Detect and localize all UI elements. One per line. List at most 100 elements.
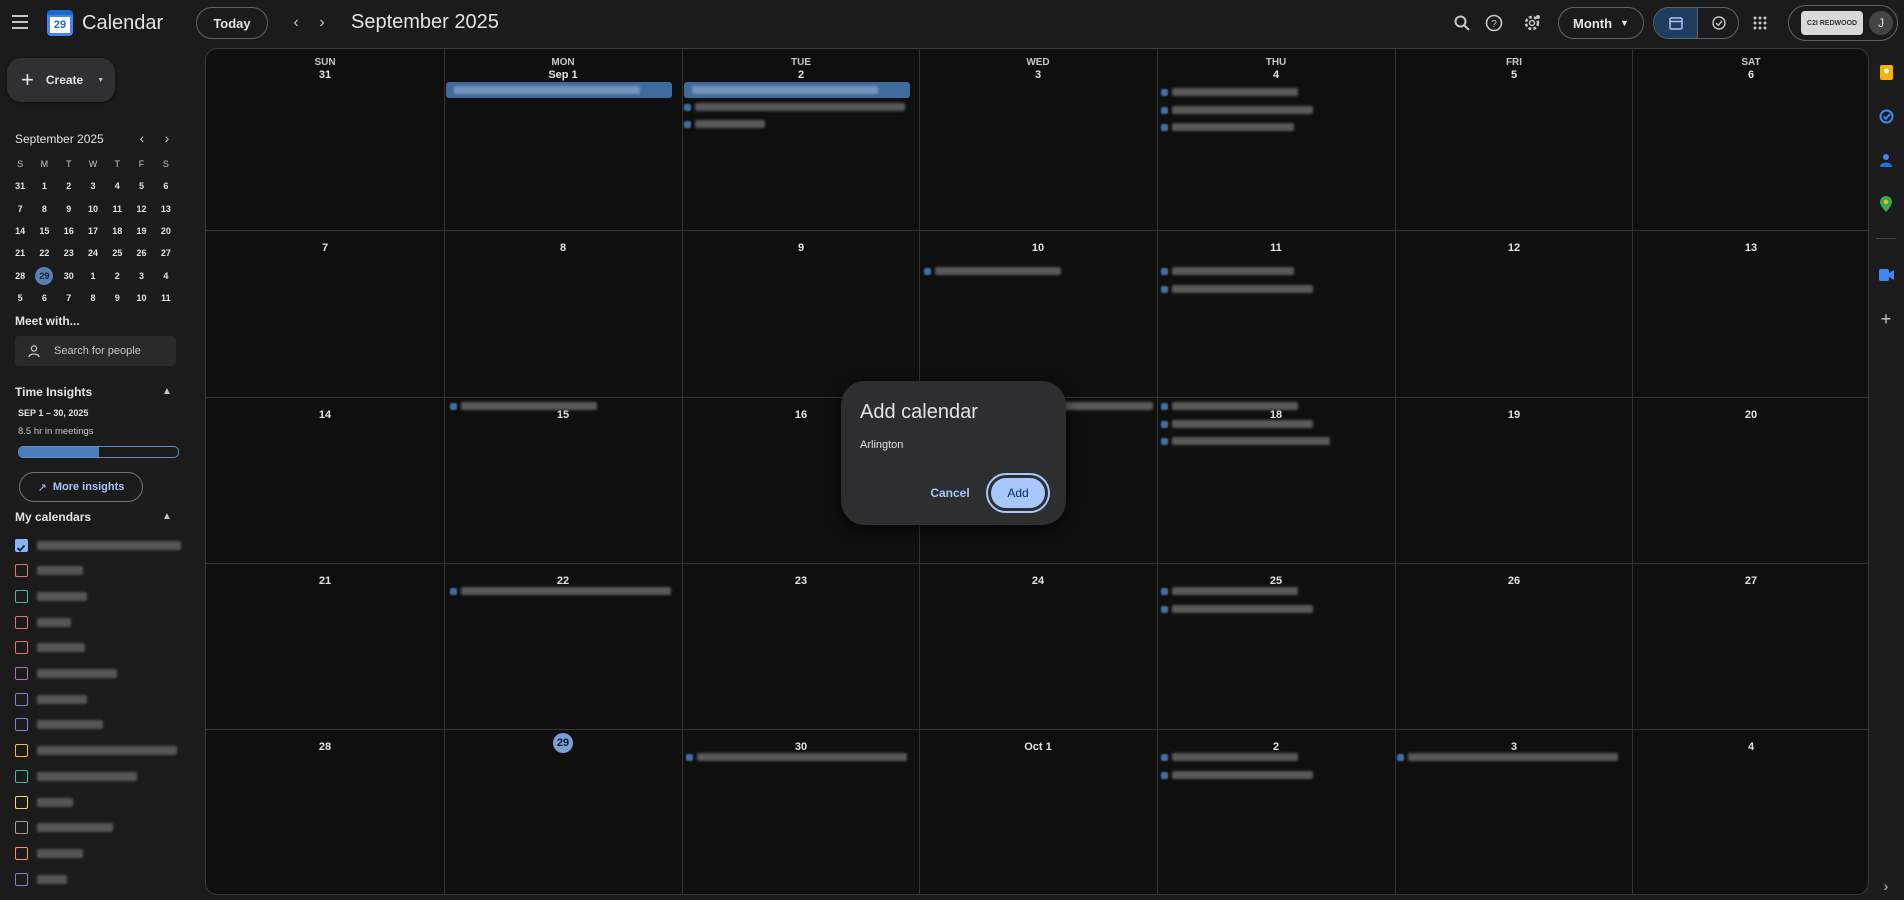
- calendar-list-item[interactable]: [15, 767, 137, 785]
- day-cell[interactable]: [206, 563, 444, 729]
- mini-day-today[interactable]: 29: [32, 266, 56, 285]
- day-cell[interactable]: [1632, 397, 1868, 563]
- mini-day[interactable]: 20: [154, 226, 178, 236]
- calendar-list-item[interactable]: [15, 793, 73, 811]
- day-number[interactable]: 27: [1632, 575, 1868, 587]
- meet-video-icon[interactable]: [1878, 267, 1894, 283]
- mini-day[interactable]: 31: [8, 181, 32, 191]
- calendar-list-item[interactable]: [15, 536, 181, 554]
- mini-calendar-previous-icon[interactable]: ‹: [130, 126, 154, 150]
- calendar-list-item[interactable]: [15, 613, 71, 631]
- day-cell[interactable]: [444, 729, 682, 894]
- calendar-view-toggle[interactable]: [1654, 8, 1697, 38]
- day-number[interactable]: 21: [206, 575, 444, 587]
- calendar-checkbox[interactable]: [15, 538, 28, 552]
- mini-day[interactable]: 23: [57, 248, 81, 258]
- help-icon[interactable]: ?: [1478, 7, 1510, 39]
- keep-notes-icon[interactable]: [1878, 64, 1894, 80]
- day-number[interactable]: 5: [1395, 69, 1633, 81]
- day-cell[interactable]: [1632, 230, 1868, 397]
- day-number[interactable]: 26: [1395, 575, 1633, 587]
- mini-day[interactable]: 9: [105, 293, 129, 303]
- day-cell[interactable]: [444, 397, 682, 563]
- day-number[interactable]: 14: [206, 409, 444, 421]
- calendar-checkbox[interactable]: [15, 718, 28, 732]
- event-chip[interactable]: [684, 118, 768, 130]
- mini-day[interactable]: 27: [154, 248, 178, 258]
- mini-day[interactable]: 10: [129, 293, 153, 303]
- more-insights-button[interactable]: ↗ More insights: [19, 472, 143, 502]
- event-chip[interactable]: [1161, 265, 1297, 277]
- mini-day[interactable]: 21: [8, 248, 32, 258]
- main-menu-icon[interactable]: [5, 6, 37, 38]
- mini-day[interactable]: 13: [154, 204, 178, 214]
- mini-day[interactable]: 5: [129, 181, 153, 191]
- mini-day[interactable]: 26: [129, 248, 153, 258]
- day-number[interactable]: 7: [206, 242, 444, 254]
- mini-day[interactable]: 28: [8, 271, 32, 281]
- day-number[interactable]: 20: [1632, 409, 1868, 421]
- mini-day[interactable]: 7: [8, 204, 32, 214]
- calendar-checkbox[interactable]: [15, 615, 28, 629]
- event-chip[interactable]: [1161, 104, 1316, 116]
- event-chip[interactable]: [450, 400, 600, 412]
- mini-day[interactable]: 8: [32, 204, 56, 214]
- mini-day[interactable]: 14: [8, 226, 32, 236]
- calendar-list-item[interactable]: [15, 742, 177, 760]
- event-chip[interactable]: [1161, 751, 1301, 763]
- mini-day[interactable]: 17: [81, 226, 105, 236]
- calendar-checkbox[interactable]: [15, 769, 28, 783]
- cancel-button[interactable]: Cancel: [924, 480, 976, 506]
- day-cell[interactable]: [1632, 729, 1868, 894]
- day-cell[interactable]: [919, 729, 1157, 894]
- calendar-list-item[interactable]: [15, 639, 85, 657]
- mini-day[interactable]: 3: [129, 271, 153, 281]
- day-number[interactable]: 23: [682, 575, 920, 587]
- mini-day[interactable]: 2: [105, 271, 129, 281]
- event-chip[interactable]: [450, 585, 674, 597]
- contacts-icon[interactable]: [1878, 152, 1894, 168]
- day-number[interactable]: Oct 1: [919, 741, 1157, 753]
- day-cell[interactable]: [682, 563, 920, 729]
- day-number[interactable]: 28: [206, 741, 444, 753]
- calendar-list-item[interactable]: [15, 562, 83, 580]
- apps-grid-icon[interactable]: [1744, 7, 1776, 39]
- day-cell[interactable]: [1395, 563, 1633, 729]
- calendar-list-item[interactable]: [15, 587, 87, 605]
- day-number[interactable]: 10: [919, 242, 1157, 254]
- tasks-view-toggle[interactable]: [1697, 8, 1738, 38]
- day-number[interactable]: 4: [1157, 69, 1395, 81]
- mini-day[interactable]: 9: [57, 204, 81, 214]
- calendar-checkbox[interactable]: [15, 846, 28, 860]
- mini-day[interactable]: 30: [57, 271, 81, 281]
- calendar-checkbox[interactable]: [15, 564, 28, 578]
- mini-day[interactable]: 10: [81, 204, 105, 214]
- mini-day[interactable]: 3: [81, 181, 105, 191]
- mini-day[interactable]: 8: [81, 293, 105, 303]
- calendar-list-item[interactable]: [15, 665, 117, 683]
- day-number[interactable]: 31: [206, 69, 444, 81]
- day-number[interactable]: 4: [1632, 741, 1868, 753]
- mini-day[interactable]: 1: [81, 271, 105, 281]
- day-cell[interactable]: [1157, 230, 1395, 397]
- mini-day[interactable]: 16: [57, 226, 81, 236]
- day-number[interactable]: 2: [682, 69, 920, 81]
- settings-gear-icon[interactable]: [1516, 7, 1548, 39]
- expand-panel-icon[interactable]: ›: [1878, 878, 1894, 894]
- calendar-list-item[interactable]: [15, 819, 113, 837]
- mini-day[interactable]: 22: [32, 248, 56, 258]
- calendar-list-item[interactable]: [15, 844, 83, 862]
- calendar-checkbox[interactable]: [15, 821, 28, 835]
- day-cell[interactable]: [1395, 397, 1633, 563]
- mini-day[interactable]: 19: [129, 226, 153, 236]
- day-cell[interactable]: [919, 230, 1157, 397]
- account-switcher[interactable]: C2I REDWOOD J: [1788, 5, 1898, 41]
- day-cell[interactable]: [206, 729, 444, 894]
- event-chip[interactable]: [686, 751, 910, 763]
- day-number[interactable]: 13: [1632, 242, 1868, 254]
- mini-day[interactable]: 25: [105, 248, 129, 258]
- event-chip[interactable]: [1161, 435, 1333, 447]
- day-number[interactable]: 11: [1157, 242, 1395, 254]
- calendar-list-item[interactable]: [15, 690, 87, 708]
- mini-day[interactable]: 2: [57, 181, 81, 191]
